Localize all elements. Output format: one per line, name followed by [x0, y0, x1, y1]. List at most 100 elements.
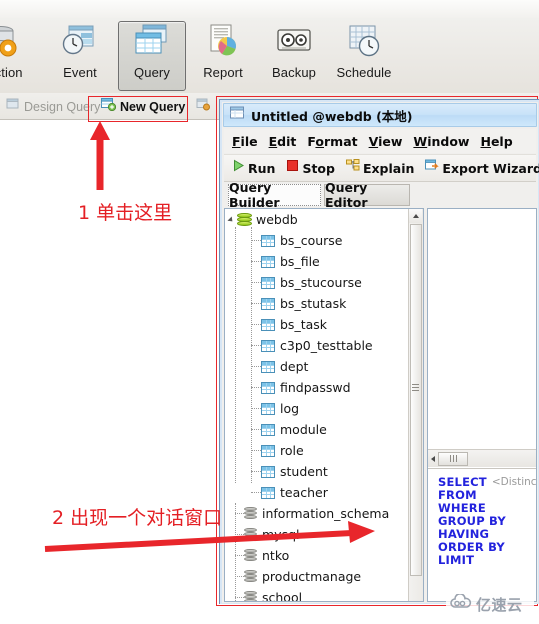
- ribbon-button-schedule[interactable]: Schedule: [331, 22, 397, 88]
- explain-button[interactable]: Explain: [343, 158, 417, 178]
- table-icon: [261, 255, 275, 268]
- sql-keyword: WHERE: [438, 500, 486, 515]
- ribbon-button-event[interactable]: Event: [47, 22, 113, 88]
- tree-item-table[interactable]: teacher: [261, 482, 328, 503]
- tree-item-database[interactable]: school: [244, 587, 302, 601]
- sql-clause-row[interactable]: WHERE: [438, 500, 536, 515]
- tree-dash: [235, 513, 244, 514]
- database-tree-panel[interactable]: webdb bs_course bs_file bs_stucourse bs_stu…: [224, 208, 424, 602]
- tree-item-label: bs_stutask: [280, 296, 347, 311]
- menu-item-help[interactable]: Help: [480, 134, 512, 149]
- tab-query-builder[interactable]: Query Builder: [228, 180, 321, 210]
- dialog-titlebar[interactable]: Untitled @webdb (本地): [223, 103, 537, 127]
- edit-query-icon: [196, 97, 210, 116]
- ribbon-button-report[interactable]: Report: [190, 22, 256, 88]
- dialog-tabstrip: Query Builder Query Editor: [224, 180, 536, 210]
- ribbon-top-strip: [0, 0, 539, 18]
- tree-item-database[interactable]: ntko: [244, 545, 289, 566]
- extra-toolbar-icon-button[interactable]: [196, 97, 210, 116]
- sql-clause-row[interactable]: GROUP BY: [438, 513, 536, 528]
- schedule-calendar-clock-icon: [343, 22, 385, 62]
- menu-item-window[interactable]: Window: [413, 134, 469, 149]
- tree-item-table[interactable]: bs_file: [261, 251, 320, 272]
- tree-dash: [251, 450, 261, 451]
- dialog-title: Untitled @webdb (本地): [251, 108, 413, 124]
- export-wizard-icon: [425, 159, 440, 177]
- sql-keyword: ORDER BY: [438, 539, 505, 554]
- tree-item-table[interactable]: role: [261, 440, 304, 461]
- tree-item-label: log: [280, 401, 300, 416]
- ribbon-button-query[interactable]: Query: [118, 21, 186, 91]
- scroll-up-arrow-icon[interactable]: [409, 209, 422, 223]
- query-dialog-window: Untitled @webdb (本地) File Edit Format Vi…: [219, 99, 539, 604]
- tree-item-database[interactable]: mysql: [244, 524, 300, 545]
- tab-query-editor-label: Query Editor: [325, 180, 368, 210]
- event-clock-icon: [59, 22, 101, 62]
- tree-dash: [251, 408, 261, 409]
- stop-button[interactable]: Stop: [283, 158, 338, 178]
- design-query-button[interactable]: Design Query: [6, 97, 100, 116]
- sql-clause-row[interactable]: FROM: [438, 488, 536, 502]
- tree-item-table[interactable]: student: [261, 461, 328, 482]
- tree-item-label: module: [280, 422, 327, 437]
- menu-item-view[interactable]: View: [369, 134, 403, 149]
- sql-keyword: SELECT: [438, 474, 487, 489]
- tree-node-webdb[interactable]: webdb: [227, 209, 298, 230]
- tree-dash: [251, 324, 261, 325]
- watermark-text: 亿速云: [476, 595, 523, 614]
- database-icon: [244, 591, 257, 601]
- sql-clause-list[interactable]: SELECT <Distinct> FROMWHEREGROUP BYHAVINGO…: [428, 468, 536, 601]
- tree-item-label: bs_course: [280, 233, 343, 248]
- tree-item-table[interactable]: module: [261, 419, 327, 440]
- run-play-icon: [232, 159, 245, 177]
- expand-triangle-icon[interactable]: [227, 215, 235, 224]
- watermark: 亿速云: [446, 590, 534, 618]
- query-builder-right-pane: SELECT <Distinct> FROMWHEREGROUP BYHAVINGO…: [427, 208, 537, 602]
- run-button[interactable]: Run: [229, 158, 278, 178]
- query-window-icon: [230, 106, 245, 125]
- tree-item-table[interactable]: bs_stucourse: [261, 272, 362, 293]
- menu-item-edit[interactable]: Edit: [269, 134, 297, 149]
- tree-item-database[interactable]: information_schema: [244, 503, 389, 524]
- menu-item-format[interactable]: Format: [307, 134, 357, 149]
- canvas-horizontal-scrollbar[interactable]: [428, 449, 536, 467]
- tree-item-table[interactable]: log: [261, 398, 299, 419]
- tree-item-database[interactable]: productmanage: [244, 566, 361, 587]
- ribbon-button-backup[interactable]: Backup: [261, 22, 327, 88]
- database-icon: [244, 549, 257, 562]
- table-icon: [261, 234, 275, 247]
- sql-clause-row[interactable]: ORDER BY: [438, 539, 536, 554]
- database-green-icon: [237, 212, 252, 227]
- scroll-left-arrow-icon[interactable]: [431, 455, 435, 462]
- query-design-canvas[interactable]: [428, 209, 536, 449]
- annotation-step-2: 2 出现一个对话窗口: [52, 507, 223, 529]
- sql-clause-row[interactable]: LIMIT: [438, 553, 536, 567]
- tree-guide-line: [235, 227, 236, 483]
- sql-clause-row[interactable]: HAVING: [438, 527, 536, 541]
- tree-item-label: findpasswd: [280, 380, 351, 395]
- sql-keyword: GROUP BY: [438, 513, 506, 528]
- export-wizard-button[interactable]: Export Wizard: [422, 158, 539, 178]
- tree-vertical-scrollbar[interactable]: [408, 209, 423, 601]
- tree-dash: [235, 534, 244, 535]
- ribbon-label-schedule: Schedule: [336, 65, 392, 80]
- tree-item-table[interactable]: findpasswd: [261, 377, 351, 398]
- scrollbar-thumb[interactable]: [410, 224, 422, 576]
- sql-clause-row[interactable]: SELECT <Distinct>: [438, 474, 536, 489]
- ribbon-button-function[interactable]: nction: [0, 22, 38, 88]
- tab-query-editor[interactable]: Query Editor: [324, 180, 410, 210]
- tree-item-label: teacher: [280, 485, 328, 500]
- tree-item-table[interactable]: dept: [261, 356, 308, 377]
- tree-item-table[interactable]: c3p0_testtable: [261, 335, 373, 356]
- tree-item-table[interactable]: bs_stutask: [261, 293, 346, 314]
- tree-dash: [251, 429, 261, 430]
- menu-item-file[interactable]: File: [232, 134, 258, 149]
- tree-item-table[interactable]: bs_course: [261, 230, 342, 251]
- tree-item-label: bs_task: [280, 317, 328, 332]
- query-icon: [131, 22, 173, 62]
- dialog-menubar: File Edit Format View Window Help: [224, 129, 536, 153]
- cloud-logo-icon: [450, 592, 472, 615]
- hscrollbar-thumb[interactable]: [438, 451, 468, 466]
- report-icon: [202, 22, 244, 62]
- tree-item-table[interactable]: bs_task: [261, 314, 327, 335]
